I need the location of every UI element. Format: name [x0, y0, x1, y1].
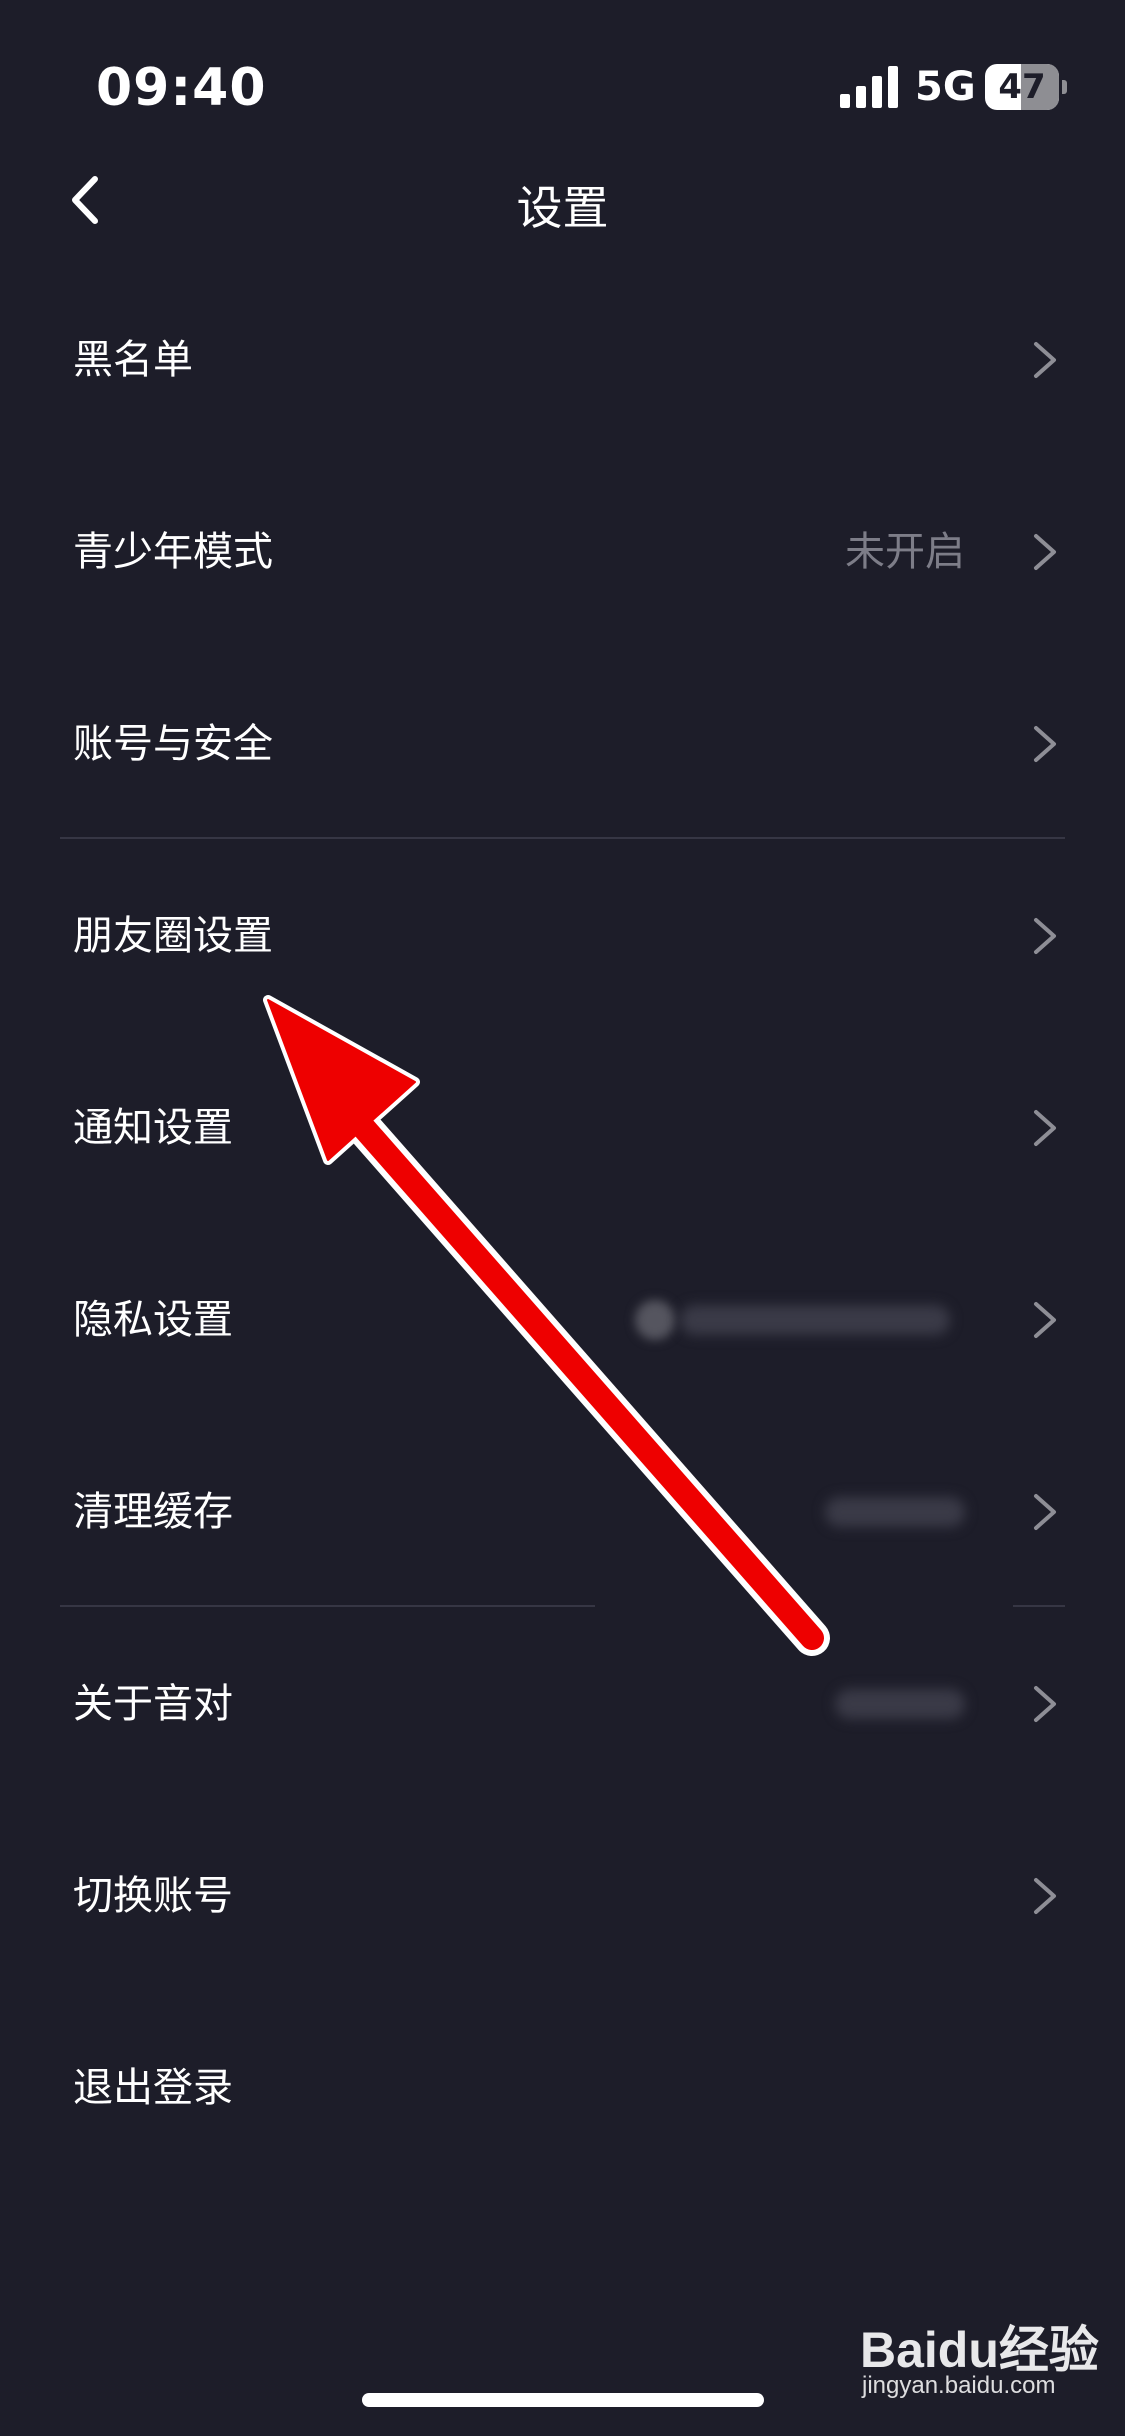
- chevron-right-icon: [1034, 918, 1056, 954]
- settings-item-label: 账号与安全: [73, 721, 273, 767]
- section-divider: [1013, 1605, 1065, 1607]
- settings-item-logout[interactable]: 退出登录: [0, 1993, 1125, 2183]
- section-divider: [60, 837, 1065, 839]
- settings-item-privacy[interactable]: 隐私设置: [0, 1225, 1125, 1415]
- settings-item-notifications[interactable]: 通知设置: [0, 1033, 1125, 1223]
- page-title: 设置: [516, 181, 609, 235]
- settings-item-label: 关于音对: [73, 1681, 233, 1727]
- watermark-url: jingyan.baidu.com: [862, 2372, 1056, 2399]
- chevron-right-icon: [1034, 1494, 1056, 1530]
- blurred-value: [680, 1305, 950, 1335]
- battery-icon: 47: [985, 64, 1067, 110]
- blurred-value: [825, 1497, 965, 1527]
- battery-level-text: 47: [998, 67, 1046, 107]
- blurred-value: [635, 1300, 675, 1340]
- blurred-value: [835, 1689, 965, 1719]
- network-type-label: 5G: [915, 64, 976, 110]
- settings-item-blacklist[interactable]: 黑名单: [0, 265, 1125, 455]
- settings-item-label: 青少年模式: [73, 529, 273, 575]
- section-divider: [60, 1605, 595, 1607]
- settings-item-label: 切换账号: [73, 1873, 233, 1919]
- settings-item-clear-cache[interactable]: 清理缓存: [0, 1417, 1125, 1607]
- settings-item-label: 退出登录: [73, 2065, 233, 2111]
- chevron-right-icon: [1034, 1302, 1056, 1338]
- chevron-right-icon: [1034, 726, 1056, 762]
- chevron-left-icon: [72, 176, 98, 224]
- settings-item-label: 通知设置: [73, 1105, 233, 1151]
- settings-item-about[interactable]: 关于音对: [0, 1609, 1125, 1799]
- status-time: 09:40: [96, 58, 267, 118]
- settings-item-moments[interactable]: 朋友圈设置: [0, 841, 1125, 1031]
- settings-item-account-security[interactable]: 账号与安全: [0, 649, 1125, 839]
- chevron-right-icon: [1034, 342, 1056, 378]
- chevron-right-icon: [1034, 1686, 1056, 1722]
- chevron-right-icon: [1034, 1110, 1056, 1146]
- nav-bar: 设置: [0, 150, 1125, 250]
- chevron-right-icon: [1034, 1878, 1056, 1914]
- back-button[interactable]: [55, 165, 125, 235]
- chevron-right-icon: [1034, 534, 1056, 570]
- settings-item-label: 朋友圈设置: [73, 913, 273, 959]
- settings-item-label: 隐私设置: [73, 1297, 233, 1343]
- settings-item-label: 清理缓存: [73, 1489, 233, 1535]
- status-bar: 09:40 5G 47: [0, 0, 1125, 150]
- home-indicator[interactable]: [362, 2393, 764, 2407]
- teen-mode-status: 未开启: [845, 529, 965, 575]
- settings-item-switch-account[interactable]: 切换账号: [0, 1801, 1125, 1991]
- cellular-signal-icon: [840, 66, 898, 108]
- settings-item-label: 黑名单: [73, 337, 193, 383]
- baidu-watermark: Baidu经验 jingyan.baidu.com: [860, 2310, 1100, 2410]
- settings-item-teen-mode[interactable]: 青少年模式 未开启: [0, 457, 1125, 647]
